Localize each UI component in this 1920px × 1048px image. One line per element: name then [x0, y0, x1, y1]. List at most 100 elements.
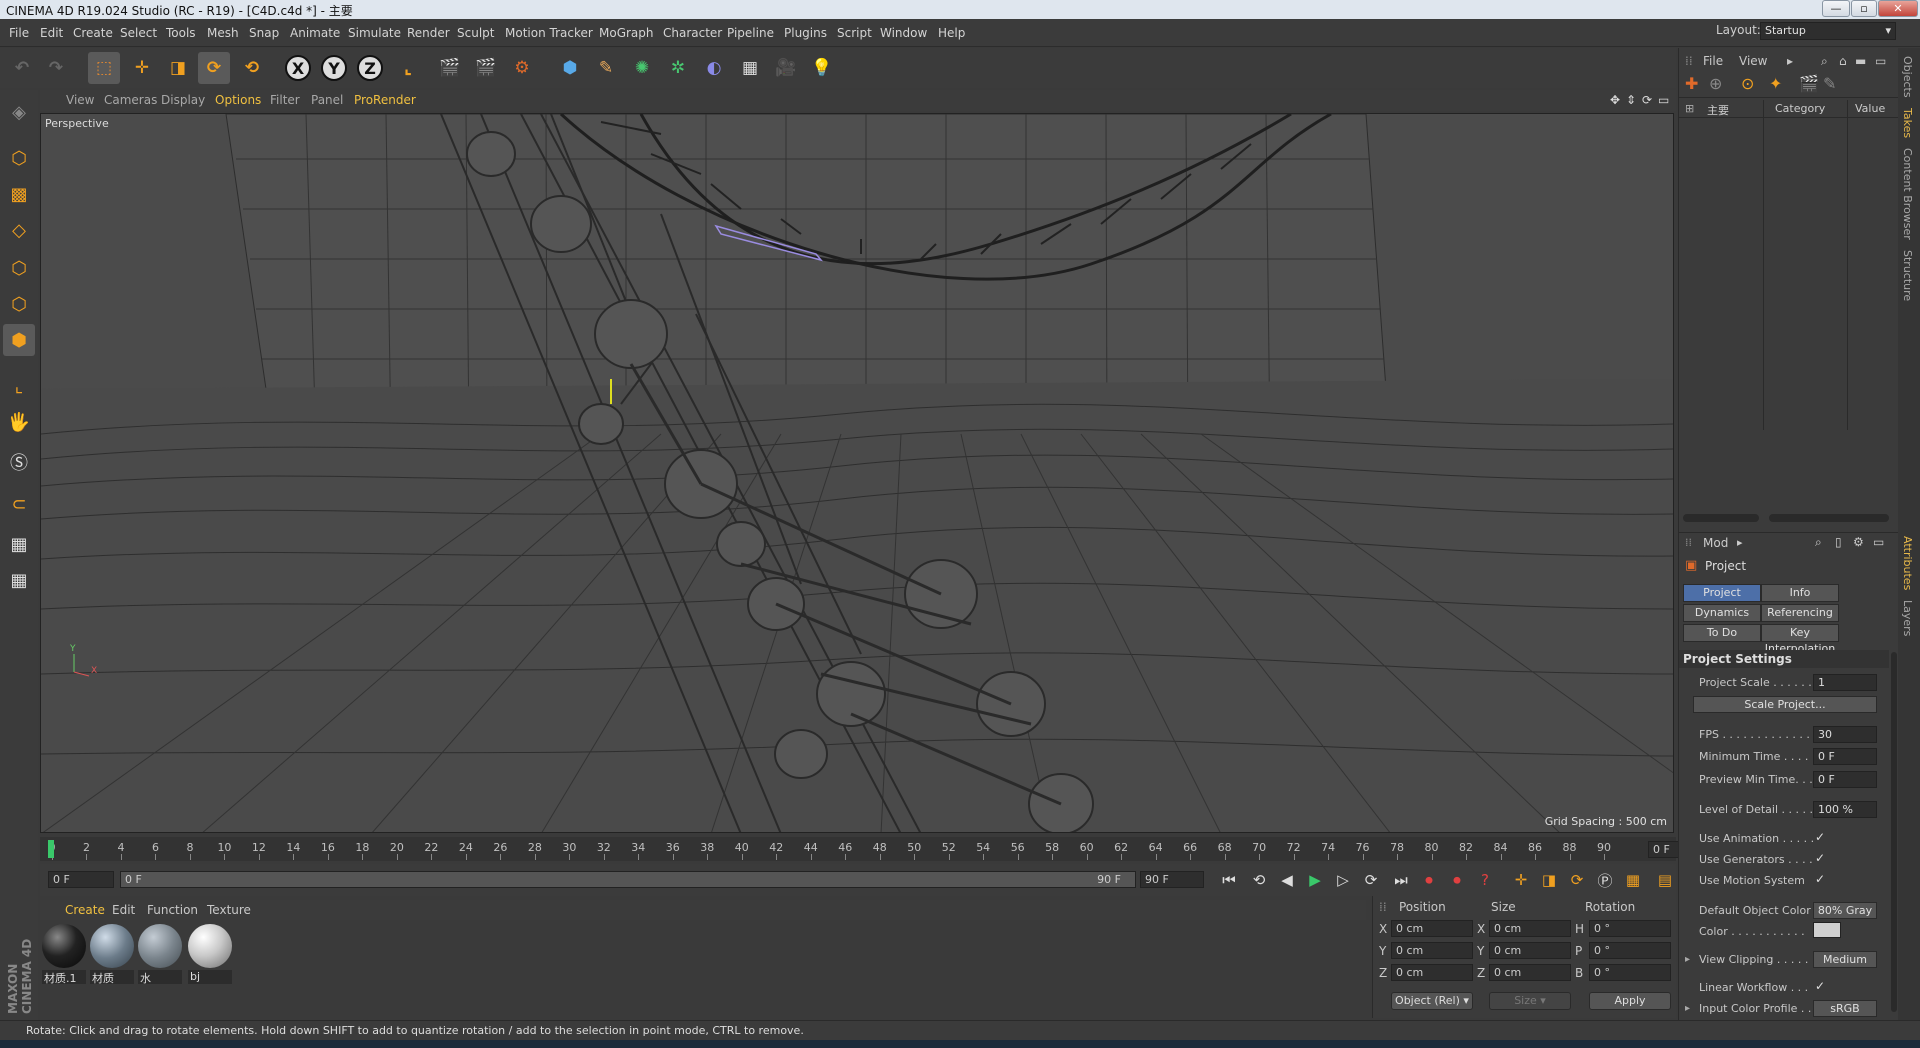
- expand-icon[interactable]: ⊞: [1685, 102, 1694, 115]
- menu-snap[interactable]: Snap: [249, 26, 279, 40]
- preview-range-slider[interactable]: 0 F 90 F: [120, 871, 1136, 888]
- material-menu-create[interactable]: Create: [65, 903, 105, 917]
- scale-icon[interactable]: ◨: [162, 52, 194, 84]
- category-column-header[interactable]: Category: [1775, 102, 1825, 115]
- menu-script[interactable]: Script: [837, 26, 872, 40]
- viewport-menu-display[interactable]: Display: [161, 93, 205, 107]
- menu-pipeline[interactable]: Pipeline: [727, 26, 774, 40]
- override-icon[interactable]: ⊕: [1709, 74, 1722, 93]
- texture-mode-icon[interactable]: ▩: [3, 178, 35, 210]
- view-clipping-dropdown[interactable]: Medium: [1813, 951, 1877, 968]
- tab-project-settings[interactable]: Project Settings: [1683, 584, 1761, 615]
- use-animation-checkbox[interactable]: ✓: [1815, 830, 1825, 844]
- navigate-zoom-icon[interactable]: ⇕: [1626, 93, 1636, 107]
- minimize-button[interactable]: —: [1822, 0, 1850, 17]
- side-tab-layers[interactable]: Layers: [1901, 600, 1914, 636]
- go-to-start-icon[interactable]: ⏮: [1216, 867, 1242, 893]
- key-rotation-icon[interactable]: ⟳: [1564, 867, 1590, 893]
- value-column-header[interactable]: Value: [1855, 102, 1885, 115]
- use-generators-checkbox[interactable]: ✓: [1815, 851, 1825, 865]
- subdivision-icon[interactable]: ✺: [626, 52, 658, 84]
- menu-character[interactable]: Character: [663, 26, 722, 40]
- use-motion-system-checkbox[interactable]: ✓: [1815, 872, 1825, 886]
- tab-to-do[interactable]: To Do: [1683, 624, 1761, 642]
- timeline-ruler[interactable]: 0246810121416182022242628303234363840424…: [40, 837, 1714, 861]
- new-panel-icon[interactable]: ▬: [1855, 54, 1866, 68]
- tab-referencing[interactable]: Referencing: [1761, 604, 1839, 622]
- key-parameter-icon[interactable]: Ⓟ: [1592, 867, 1618, 893]
- add-take-icon[interactable]: ✚: [1685, 74, 1698, 93]
- menu-sculpt[interactable]: Sculpt: [457, 26, 494, 40]
- apply-button[interactable]: Apply: [1589, 992, 1671, 1010]
- size-y-field[interactable]: 0 cm: [1489, 942, 1571, 959]
- color-swatch[interactable]: [1813, 922, 1841, 938]
- next-frame-icon[interactable]: ▷: [1330, 867, 1356, 893]
- make-editable-icon[interactable]: ◈: [3, 96, 35, 128]
- level-of-detail-field[interactable]: 100 %: [1813, 801, 1877, 818]
- record-keys-icon[interactable]: ⏺: [1416, 867, 1442, 893]
- material-item[interactable]: 水: [138, 924, 182, 986]
- camera-icon[interactable]: 🎥: [770, 52, 802, 84]
- settings-icon[interactable]: ⚙: [1853, 535, 1864, 549]
- menu-animate[interactable]: Animate: [290, 26, 340, 40]
- render-settings-icon[interactable]: ⚙: [506, 52, 538, 84]
- tab-key-interpolation[interactable]: Key Interpolation: [1761, 624, 1839, 655]
- key-position-icon[interactable]: ✛: [1508, 867, 1534, 893]
- home-icon[interactable]: ⌂: [1839, 54, 1847, 68]
- side-tab-structure[interactable]: Structure: [1901, 250, 1914, 301]
- menu-select[interactable]: Select: [120, 26, 157, 40]
- search-icon[interactable]: ⌕: [1815, 535, 1822, 550]
- previous-frame-icon[interactable]: ◀: [1274, 867, 1300, 893]
- navigate-move-icon[interactable]: ✥: [1610, 93, 1620, 107]
- material-menu-texture[interactable]: Texture: [207, 903, 251, 917]
- model-mode-icon[interactable]: ⬡: [3, 142, 35, 174]
- pos-z-field[interactable]: 0 cm: [1391, 964, 1473, 981]
- project-scale-field[interactable]: 1: [1813, 674, 1877, 691]
- menu-plugins[interactable]: Plugins: [784, 26, 827, 40]
- preview-min-time-field[interactable]: 0 F: [1813, 771, 1877, 788]
- fps-field[interactable]: 30: [1813, 726, 1877, 743]
- floor-icon[interactable]: ▦: [734, 52, 766, 84]
- menu-window[interactable]: Window: [880, 26, 927, 40]
- render-picture-viewer-icon[interactable]: 🎬: [470, 52, 502, 84]
- horizontal-scrollbar[interactable]: [1769, 514, 1889, 522]
- side-tab-objects[interactable]: Objects: [1901, 56, 1914, 98]
- scale-project-button[interactable]: Scale Project...: [1693, 696, 1877, 713]
- menu-help[interactable]: Help: [938, 26, 965, 40]
- size-x-field[interactable]: 0 cm: [1489, 920, 1571, 937]
- viewport-menu-view[interactable]: View: [66, 93, 94, 107]
- size-mode-dropdown[interactable]: Size ▾: [1489, 992, 1571, 1010]
- layout-select[interactable]: Startup ▾: [1760, 22, 1896, 40]
- planar-workplane-icon[interactable]: ▦: [3, 564, 35, 596]
- end-frame-field[interactable]: 90 F: [1140, 871, 1204, 888]
- solo-icon[interactable]: Ⓢ: [3, 446, 35, 478]
- render-view-icon[interactable]: 🎬: [434, 52, 466, 84]
- material-menu-function[interactable]: Function: [147, 903, 198, 917]
- go-to-end-icon[interactable]: ⏭: [1388, 867, 1414, 893]
- pen-spline-icon[interactable]: ✎: [590, 52, 622, 84]
- lock-workplane-icon[interactable]: ▦: [3, 528, 35, 560]
- autokey-icon[interactable]: ⏺: [1444, 867, 1470, 893]
- chevron-right-icon[interactable]: ▸: [1787, 54, 1793, 68]
- move-icon[interactable]: ✛: [126, 52, 158, 84]
- cube-icon[interactable]: ⬢: [554, 52, 586, 84]
- menu-tools[interactable]: Tools: [166, 26, 196, 40]
- default-object-color-dropdown[interactable]: 80% Gray: [1813, 902, 1877, 919]
- rot-b-field[interactable]: 0 °: [1589, 964, 1671, 981]
- side-tab-takes[interactable]: Takes: [1901, 108, 1914, 138]
- coordinate-system-icon[interactable]: ⌞: [392, 52, 424, 84]
- y-axis-lock-icon[interactable]: Y: [318, 52, 350, 84]
- side-tab-attributes[interactable]: Attributes: [1901, 536, 1914, 590]
- menu-render[interactable]: Render: [407, 26, 450, 40]
- menu-mograph[interactable]: MoGraph: [599, 26, 654, 40]
- rotate-icon[interactable]: ⟳: [198, 52, 230, 84]
- viewport-menu-options[interactable]: Options: [215, 93, 261, 107]
- z-axis-lock-icon[interactable]: Z: [354, 52, 386, 84]
- menu-file[interactable]: File: [9, 26, 29, 40]
- marked-takes-icon[interactable]: ✎: [1823, 74, 1836, 93]
- pos-y-field[interactable]: 0 cm: [1391, 942, 1473, 959]
- viewport-menu-filter[interactable]: Filter: [270, 93, 300, 107]
- minimum-time-field[interactable]: 0 F: [1813, 748, 1877, 765]
- snap-magnet-icon[interactable]: ⊂: [3, 488, 35, 520]
- deformer-icon[interactable]: ◐: [698, 52, 730, 84]
